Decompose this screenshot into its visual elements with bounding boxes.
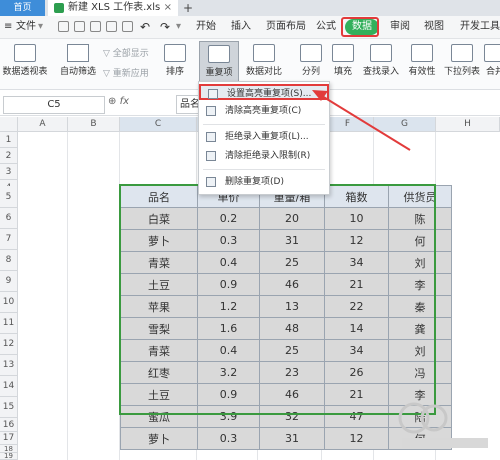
annotation-arrow xyxy=(312,90,411,151)
arrow-line xyxy=(321,95,411,151)
watermark-logo xyxy=(398,402,488,448)
